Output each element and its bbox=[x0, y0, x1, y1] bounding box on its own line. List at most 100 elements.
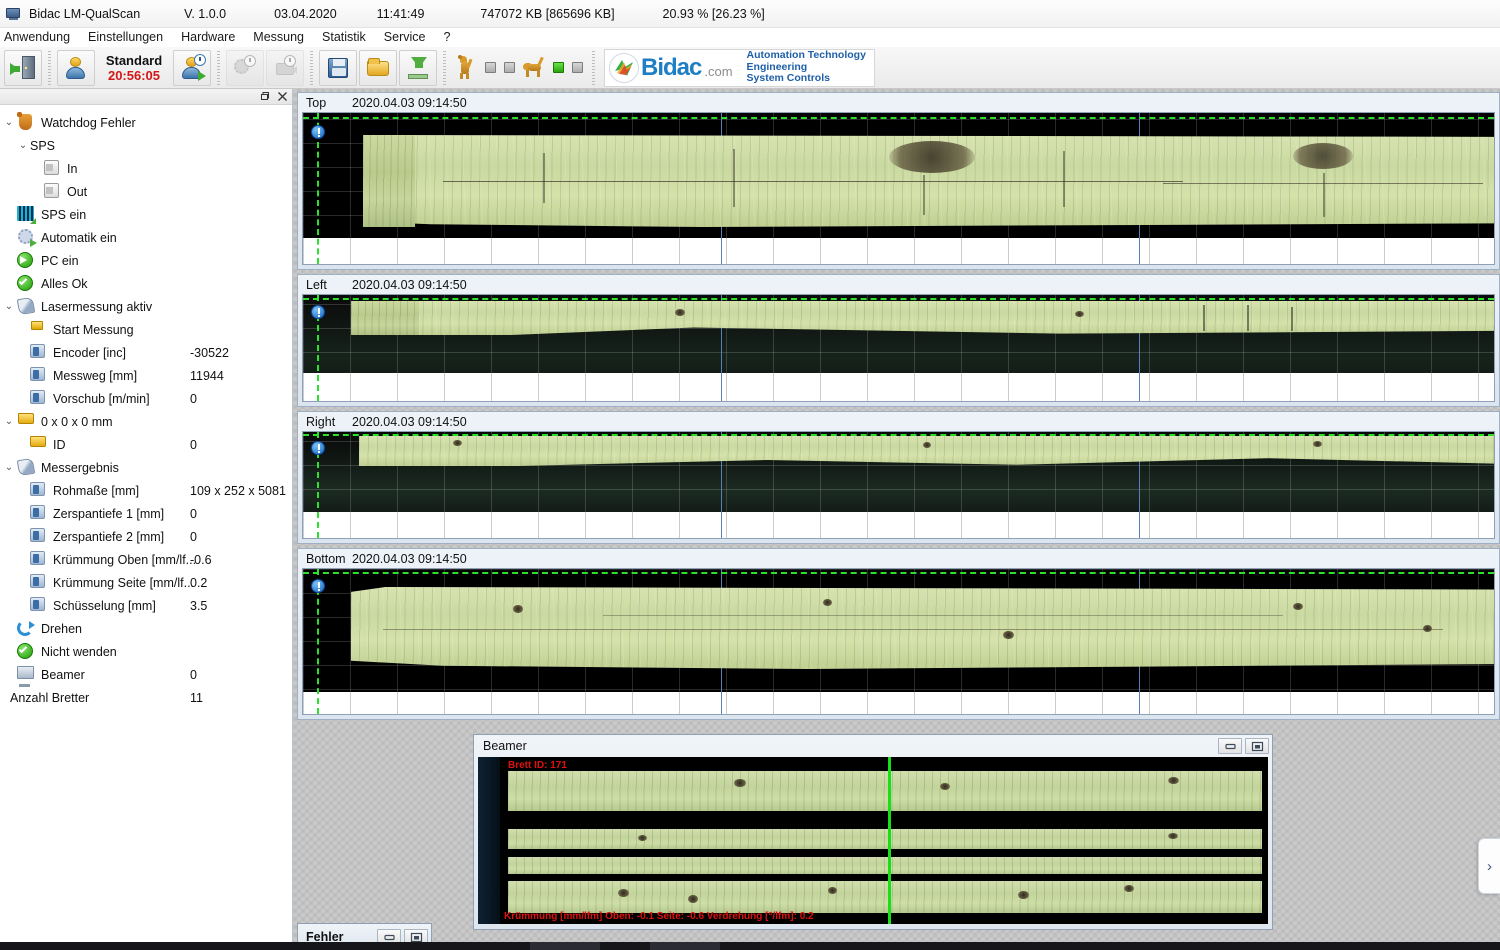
close-icon[interactable] bbox=[277, 91, 288, 102]
tree-item-beamer[interactable]: Beamer 0 bbox=[0, 663, 292, 686]
beamer-title: Beamer bbox=[483, 739, 527, 753]
minimize-icon[interactable] bbox=[1218, 738, 1242, 754]
tree-item-value: -30522 bbox=[190, 345, 229, 360]
tree-item-label: Vorschub [m/min] bbox=[53, 391, 150, 406]
restore-icon[interactable] bbox=[1245, 738, 1269, 754]
tree-item-sps[interactable]: ⌄ SPS bbox=[0, 134, 292, 157]
tree-item-alles-ok[interactable]: Alles Ok bbox=[0, 272, 292, 295]
tag-value-icon bbox=[28, 344, 47, 361]
tag-value-icon bbox=[28, 482, 47, 499]
title-bar: Bidac LM-QualScan V. 1.0.0 03.04.2020 11… bbox=[0, 0, 1500, 28]
tree-item-id[interactable]: ID 0 bbox=[0, 433, 292, 456]
flyout-expand-button[interactable]: › bbox=[1478, 838, 1500, 894]
expander-icon[interactable]: ⌄ bbox=[2, 462, 16, 473]
toolbar-separator bbox=[217, 50, 220, 85]
tree-item-kruemmung-seite[interactable]: Krümmung Seite [mm/lf... 0.2 bbox=[0, 571, 292, 594]
scan-panel-header: Top 2020.04.03 09:14:50 bbox=[298, 93, 1499, 112]
green-arrow-circle-icon bbox=[16, 252, 35, 269]
tree-item-automatik-ein[interactable]: Automatik ein bbox=[0, 226, 292, 249]
tree-item-drehen[interactable]: Drehen bbox=[0, 617, 292, 640]
tree-item-label: Lasermessung aktiv bbox=[41, 299, 153, 314]
exit-button[interactable] bbox=[4, 49, 42, 86]
mode-label: Standard bbox=[105, 52, 163, 68]
beamer-display[interactable]: Brett ID: 171 Krümmung [mm/lfm] Oben: -0… bbox=[478, 757, 1268, 924]
statistics-button[interactable] bbox=[226, 49, 264, 86]
export-button[interactable] bbox=[399, 49, 437, 86]
work-area: Top 2020.04.03 09:14:50 Left 2020.04.03 … bbox=[293, 89, 1500, 950]
menu-item-hardware[interactable]: Hardware bbox=[172, 28, 244, 47]
status-tree-panel: ⌄ Watchdog Fehler ⌄ SPS In Out SPS ein A… bbox=[0, 89, 293, 950]
expander-icon[interactable]: ⌄ bbox=[2, 117, 16, 128]
marker-icon bbox=[311, 579, 325, 593]
tree-item-rohmasse[interactable]: Rohmaße [mm] 109 x 252 x 5081 bbox=[0, 479, 292, 502]
led-2 bbox=[504, 62, 515, 73]
scan-image-top[interactable] bbox=[302, 112, 1495, 265]
tree-item-zerspantiefe-2[interactable]: Zerspantiefe 2 [mm] 0 bbox=[0, 525, 292, 548]
tree-item-kruemmung-oben[interactable]: Krümmung Oben [mm/lf... -0.6 bbox=[0, 548, 292, 571]
tree-item-pc-ein[interactable]: PC ein bbox=[0, 249, 292, 272]
tree-item-messergebnis[interactable]: ⌄ Messergebnis bbox=[0, 456, 292, 479]
beamer-title-bar: Beamer bbox=[474, 735, 1272, 757]
expander-icon[interactable]: ⌄ bbox=[2, 416, 16, 427]
toolbar-separator bbox=[48, 50, 51, 85]
tag-value-icon bbox=[28, 551, 47, 568]
tag-value-icon bbox=[28, 574, 47, 591]
status-tree: ⌄ Watchdog Fehler ⌄ SPS In Out SPS ein A… bbox=[0, 105, 292, 709]
scan-panel-right: Right 2020.04.03 09:14:50 bbox=[297, 411, 1500, 544]
tree-item-dimensions[interactable]: ⌄ 0 x 0 x 0 mm bbox=[0, 410, 292, 433]
tree-item-lasermessung[interactable]: ⌄ Lasermessung aktiv bbox=[0, 295, 292, 318]
tree-item-anzahl-bretter[interactable]: Anzahl Bretter 11 bbox=[0, 686, 292, 709]
tree-item-label: Start Messung bbox=[53, 322, 134, 337]
tree-item-label: Rohmaße [mm] bbox=[53, 483, 140, 498]
menu-item-help[interactable]: ? bbox=[434, 28, 459, 47]
tree-item-zerspantiefe-1[interactable]: Zerspantiefe 1 [mm] 0 bbox=[0, 502, 292, 525]
menu-item-service[interactable]: Service bbox=[375, 28, 435, 47]
expander-icon[interactable]: ⌄ bbox=[16, 140, 30, 151]
folder-icon bbox=[28, 436, 47, 453]
dog-standing-icon bbox=[454, 54, 478, 81]
scan-image-left[interactable] bbox=[302, 294, 1495, 402]
user-start-button[interactable] bbox=[173, 49, 211, 86]
user-button[interactable] bbox=[57, 49, 95, 86]
tree-item-encoder[interactable]: Encoder [inc] -30522 bbox=[0, 341, 292, 364]
tree-item-value: 109 x 252 x 5081 bbox=[190, 483, 286, 498]
tree-item-schuesselung[interactable]: Schüsselung [mm] 3.5 bbox=[0, 594, 292, 617]
tree-item-label: Zerspantiefe 2 [mm] bbox=[53, 529, 165, 544]
scan-panel-name: Left bbox=[306, 277, 327, 292]
green-check-circle-icon bbox=[16, 275, 35, 292]
menu-item-messung[interactable]: Messung bbox=[244, 28, 313, 47]
scan-panel-name: Right bbox=[306, 414, 336, 429]
menu-item-einstellungen[interactable]: Einstellungen bbox=[79, 28, 172, 47]
tree-item-label: Watchdog Fehler bbox=[41, 115, 136, 130]
memory-percent: 20.93 % [26.23 %] bbox=[662, 6, 765, 21]
scan-panel-timestamp: 2020.04.03 09:14:50 bbox=[352, 414, 467, 429]
open-button[interactable] bbox=[359, 49, 397, 86]
checkbox-icon[interactable] bbox=[42, 183, 61, 200]
menu-item-anwendung[interactable]: Anwendung bbox=[0, 28, 79, 47]
memory-usage: 747072 KB [865696 KB] bbox=[480, 6, 615, 21]
tree-item-label: Beamer bbox=[41, 667, 85, 682]
scan-image-right[interactable] bbox=[302, 431, 1495, 539]
restore-window-icon[interactable] bbox=[259, 91, 270, 102]
expander-icon[interactable]: ⌄ bbox=[2, 301, 16, 312]
tree-item-sps-ein[interactable]: SPS ein bbox=[0, 203, 292, 226]
beamer-icon bbox=[16, 666, 35, 683]
beamer-measurements: Krümmung [mm/lfm] Oben: -0.1 Seite: -0.6… bbox=[504, 911, 814, 922]
checkbox-icon[interactable] bbox=[42, 160, 61, 177]
tree-item-watchdog[interactable]: ⌄ Watchdog Fehler bbox=[0, 111, 292, 134]
scan-view-stack: Top 2020.04.03 09:14:50 Left 2020.04.03 … bbox=[297, 92, 1500, 724]
tree-item-messweg[interactable]: Messweg [mm] 11944 bbox=[0, 364, 292, 387]
tree-item-nicht-wenden[interactable]: Nicht wenden bbox=[0, 640, 292, 663]
scan-image-bottom[interactable] bbox=[302, 568, 1495, 715]
folder-open-icon bbox=[365, 55, 391, 81]
tree-item-vorschub[interactable]: Vorschub [m/min] 0 bbox=[0, 387, 292, 410]
scan-panel-timestamp: 2020.04.03 09:14:50 bbox=[352, 95, 467, 110]
save-button[interactable] bbox=[319, 49, 357, 86]
camera-button[interactable] bbox=[266, 49, 304, 86]
tree-item-out[interactable]: Out bbox=[0, 180, 292, 203]
menu-item-statistik[interactable]: Statistik bbox=[313, 28, 375, 47]
tree-item-start-messung[interactable]: Start Messung bbox=[0, 318, 292, 341]
toolbar: Standard 20:56:05 Bidac .com Automation … bbox=[0, 47, 1500, 89]
tag-value-icon bbox=[28, 390, 47, 407]
tree-item-in[interactable]: In bbox=[0, 157, 292, 180]
